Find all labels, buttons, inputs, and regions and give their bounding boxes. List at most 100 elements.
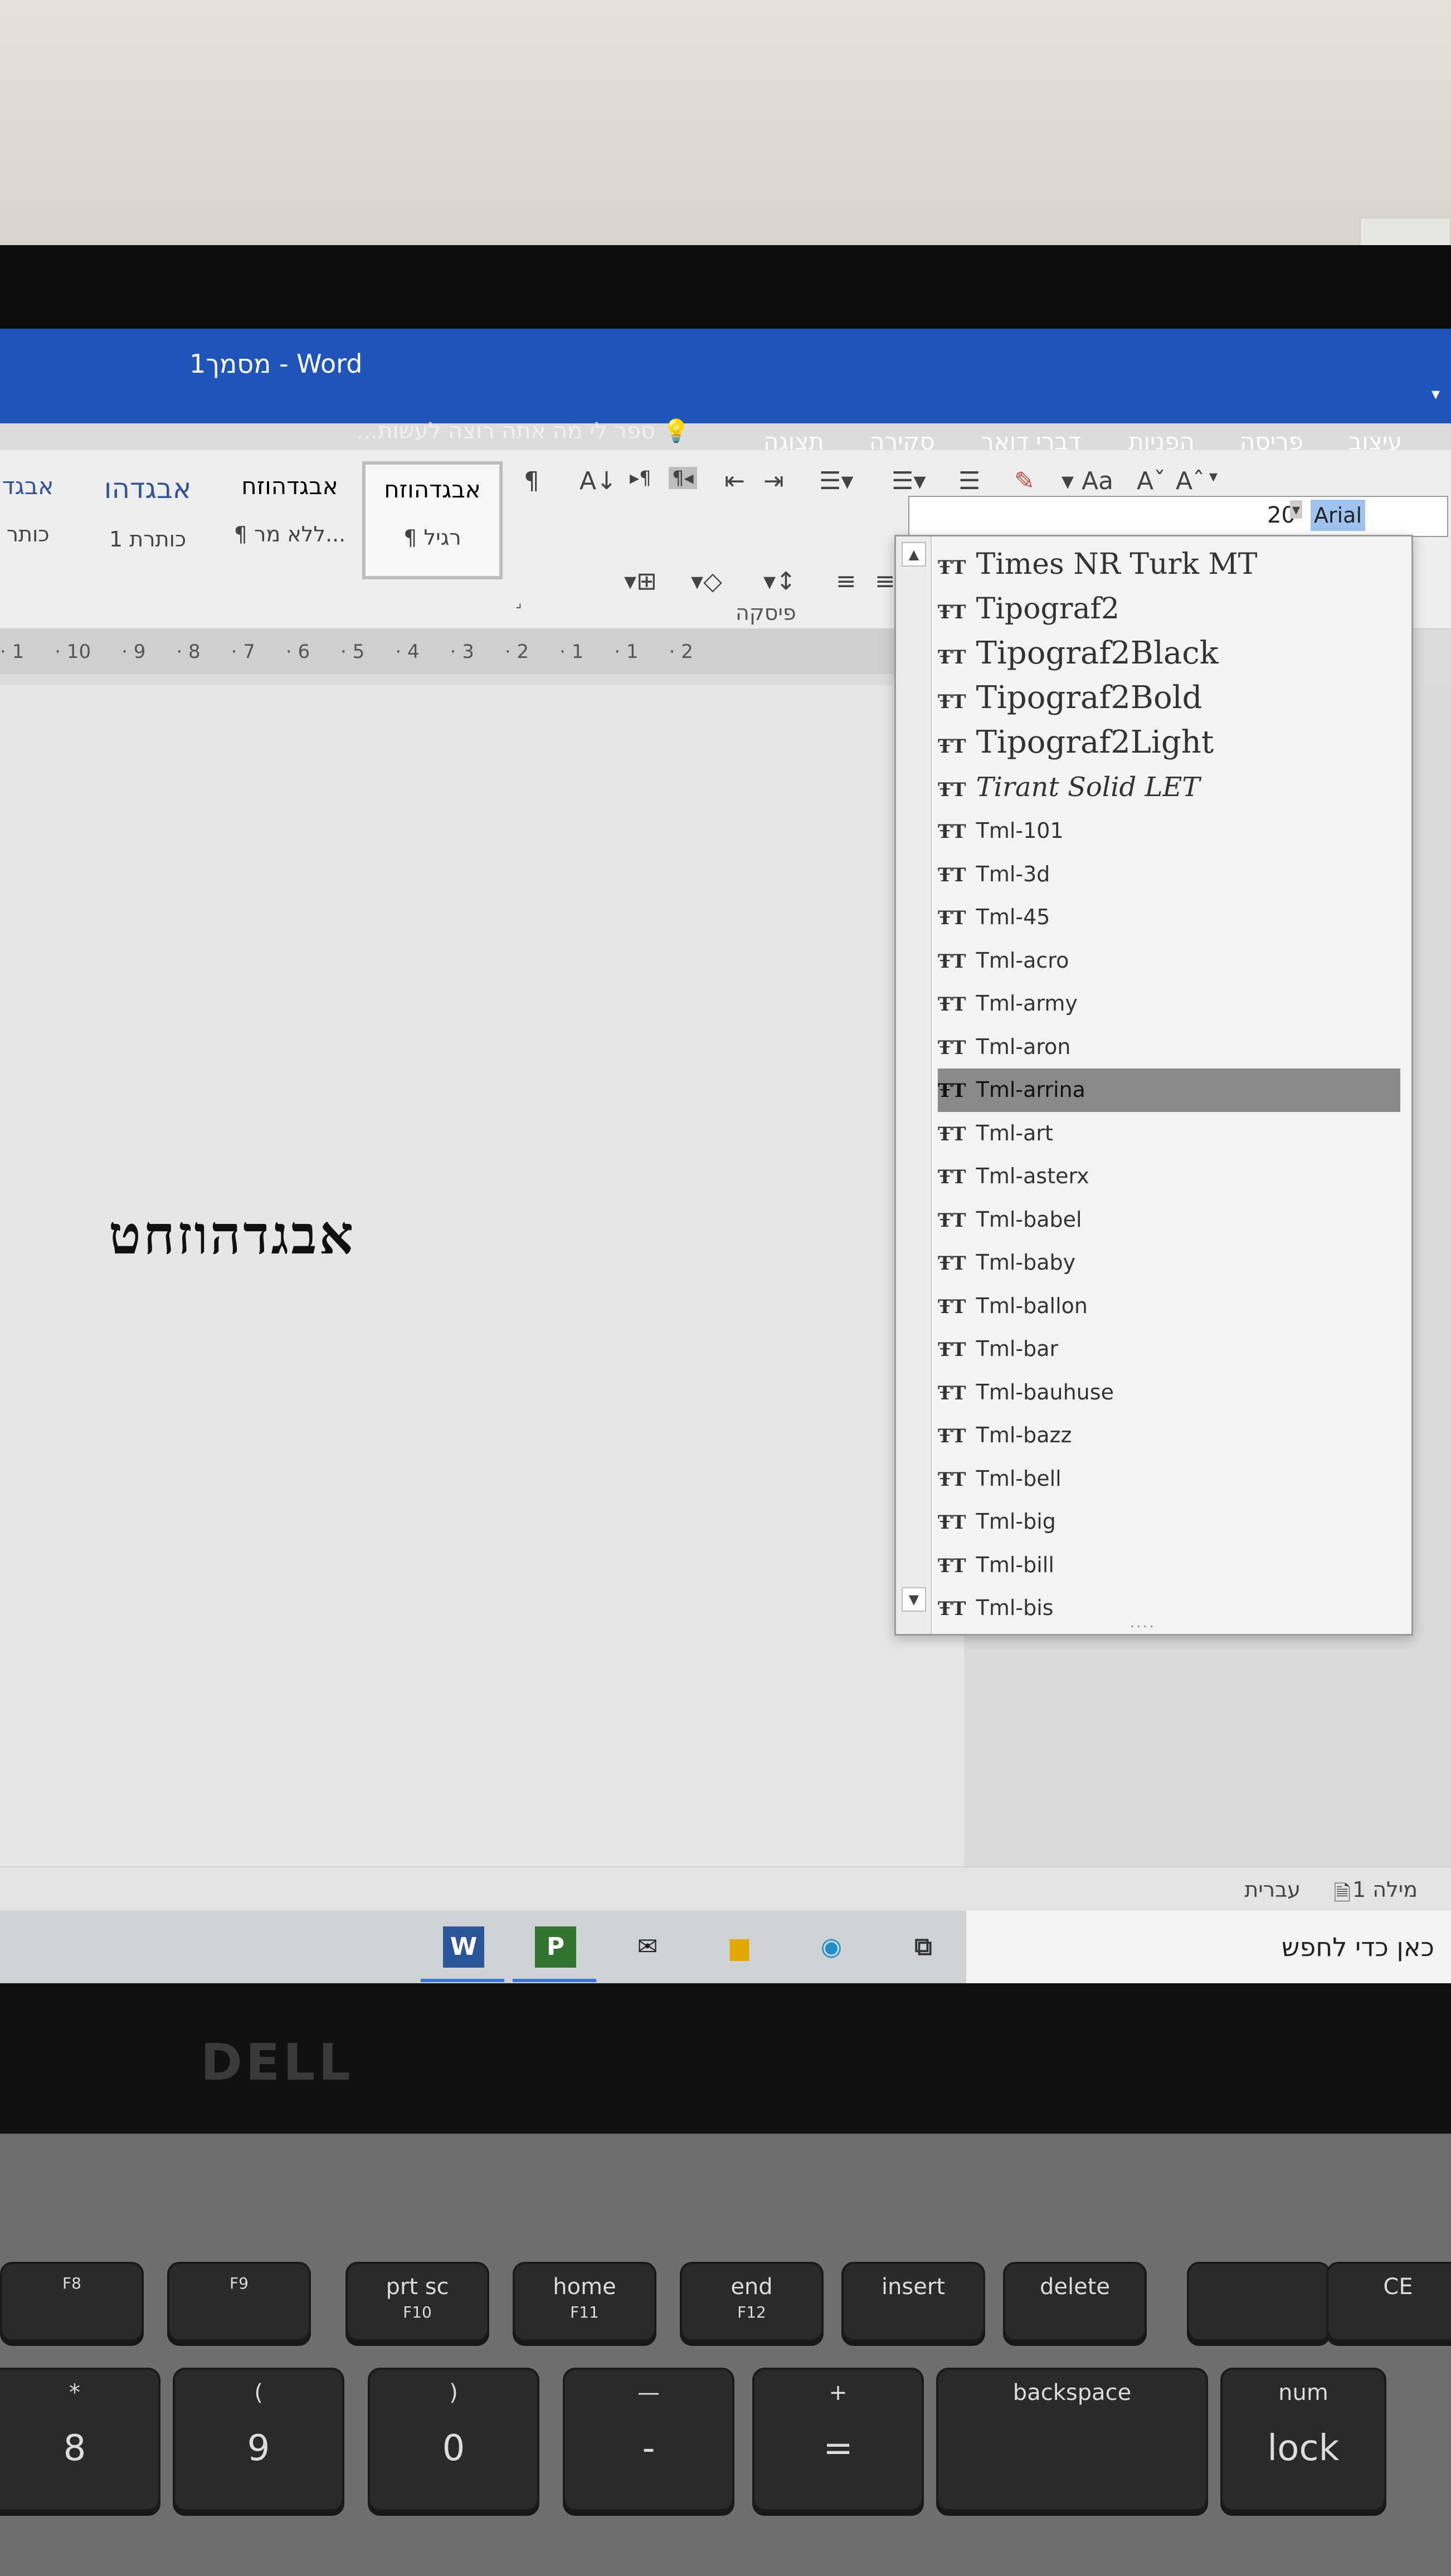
rtl-icon[interactable]: ¶◂ xyxy=(669,467,697,489)
task-view-icon[interactable]: ⧉ xyxy=(903,1926,944,1968)
font-name-value[interactable]: Arial xyxy=(1311,500,1366,531)
font-list-item[interactable]: ŦT Tml-arrina xyxy=(938,1069,1400,1112)
font-list-item[interactable]: ŦT Tml-bauhuse xyxy=(938,1371,1400,1414)
font-list-item[interactable]: ŦT Tml-art xyxy=(938,1112,1400,1155)
change-case-button[interactable]: ▾ Aa xyxy=(1062,467,1113,495)
proofing-icon[interactable]: 🗎 xyxy=(1333,1877,1351,1914)
font-list-item[interactable]: ŦT Tml-army xyxy=(938,982,1400,1026)
font-name: Tml-101 xyxy=(976,818,1064,843)
font-dropdown[interactable]: ▲ ▼ .... ŦT Times NR Turk MT ŦT Tipograf2 ŦT… xyxy=(894,535,1413,1636)
decrease-indent-icon[interactable]: ⇤ xyxy=(724,467,745,495)
show-marks-icon[interactable]: ¶ xyxy=(524,467,539,495)
truetype-icon: ŦT xyxy=(938,907,966,929)
shrink-font-button[interactable]: Aˇ xyxy=(1137,467,1166,495)
document-text[interactable]: אבגדהוזחט xyxy=(109,1203,356,1266)
increase-indent-icon[interactable]: ⇥ xyxy=(763,467,784,495)
key-sublabel: = xyxy=(823,2428,853,2469)
font-list-item[interactable]: ŦT Tml-45 xyxy=(938,896,1400,939)
font-list-item[interactable]: ŦT Tipograf2Black xyxy=(938,631,1400,676)
truetype-icon: ŦT xyxy=(938,1425,966,1447)
ruler-number: · 1 xyxy=(559,641,584,663)
ltr-icon[interactable]: ▸¶ xyxy=(630,467,651,489)
key-label: home xyxy=(553,2274,616,2300)
font-list-item[interactable]: ŦT Tml-3d xyxy=(938,853,1400,896)
font-list-item[interactable]: ŦT Tml-bar xyxy=(938,1328,1400,1371)
font-list-item[interactable]: ŦT Tml-ballon xyxy=(938,1285,1400,1328)
font-dropdown-scrollbar[interactable]: ▲ ▼ xyxy=(896,536,932,1634)
font-list-item[interactable]: ŦT Tipograf2 xyxy=(938,587,1400,631)
edge-icon[interactable]: ◉ xyxy=(811,1926,852,1968)
ribbon-options-icon[interactable]: ▾ xyxy=(1431,384,1440,404)
styles-launcher-icon[interactable]: ⌟ xyxy=(515,595,522,611)
key-label: ( xyxy=(254,2380,263,2406)
truetype-icon: ŦT xyxy=(938,1339,966,1361)
word-active-indicator xyxy=(421,1979,504,1982)
style-no-spacing[interactable]: אבגדהוזח ¶ ללא מר... xyxy=(223,461,357,573)
clear-formatting-icon[interactable]: ✎ xyxy=(1014,467,1035,495)
font-name: Tml-arrina xyxy=(976,1077,1085,1102)
font-list-item[interactable]: ŦT Tml-acro xyxy=(938,939,1400,983)
key-sublabel: F11 xyxy=(570,2303,599,2321)
style-normal-sample: אבגדהוזח xyxy=(384,476,481,503)
folder-icon[interactable]: ▆ xyxy=(719,1926,760,1968)
justify-icon[interactable]: ≡ xyxy=(836,567,856,596)
language-label[interactable]: עברית xyxy=(1244,1877,1301,1902)
truetype-icon: ŦT xyxy=(938,601,966,623)
font-size-dropdown-icon[interactable]: ▾ xyxy=(1209,467,1218,486)
tell-me-box[interactable]: 💡 ספר לי מה אתה רוצה לעשות... xyxy=(357,418,690,444)
font-list-item[interactable]: ŦT Tml-bis xyxy=(938,1587,1400,1630)
style-heading1[interactable]: אבגדהו כותרת 1 xyxy=(78,461,217,573)
font-list-item[interactable]: ŦT Tipograf2Light xyxy=(938,720,1400,765)
grow-font-label: A xyxy=(1176,467,1193,495)
font-name-dropdown-icon[interactable]: ▾ xyxy=(1290,500,1303,519)
font-list-item[interactable]: ŦT Tml-asterx xyxy=(938,1155,1400,1198)
numbering-icon[interactable]: ☰▾ xyxy=(892,467,926,495)
style-title[interactable]: אבגד כותר xyxy=(0,461,61,573)
font-name: Tml-babel xyxy=(976,1207,1082,1232)
document-area[interactable]: אבגדהוזחט xyxy=(0,685,964,1967)
shading-icon[interactable]: ▾◇ xyxy=(691,567,722,596)
project-app-icon[interactable]: P xyxy=(535,1926,576,1968)
ruler-number: · 9 xyxy=(121,641,146,663)
scroll-up-icon[interactable]: ▲ xyxy=(902,542,926,567)
font-list-item[interactable]: ŦT Tipograf2Bold xyxy=(938,676,1400,720)
mail-icon[interactable]: ✉ xyxy=(627,1926,668,1968)
font-list-item[interactable]: ŦT Tml-101 xyxy=(938,809,1400,853)
font-name-box[interactable] xyxy=(908,496,1448,537)
font-list-item[interactable]: ŦT Tml-baby xyxy=(938,1241,1400,1285)
key-sublabel: - xyxy=(642,2428,655,2469)
ruler-number: · 6 xyxy=(285,641,310,663)
borders-icon[interactable]: ▾⊞ xyxy=(624,567,657,596)
grow-font-button[interactable]: Aˆ xyxy=(1176,467,1205,495)
font-list-item[interactable]: ŦT Tml-bazz xyxy=(938,1414,1400,1457)
align-right-icon[interactable]: ≡ xyxy=(875,567,895,596)
sort-icon[interactable]: A↓ xyxy=(580,467,617,495)
truetype-icon: ŦT xyxy=(938,1209,966,1232)
word-app-icon[interactable]: W xyxy=(443,1926,484,1968)
taskbar-search[interactable]: כאן כדי לחפש xyxy=(966,1911,1451,1983)
font-list-item[interactable]: ŦT Tml-aron xyxy=(938,1026,1400,1069)
keyboard-key: delete xyxy=(1003,2262,1147,2341)
brand-logo: DELL xyxy=(201,2033,354,2092)
ruler-number: · 7 xyxy=(231,641,255,663)
word-count[interactable]: מילה 1 xyxy=(1352,1877,1418,1902)
bullets-icon[interactable]: ☰ xyxy=(958,467,980,495)
font-name: Tml-bell xyxy=(976,1466,1062,1491)
tell-me-text: ספר לי מה אתה רוצה לעשות... xyxy=(357,418,656,444)
multilevel-list-icon[interactable]: ☰▾ xyxy=(819,467,854,495)
font-size-box[interactable]: 20 xyxy=(1206,496,1296,535)
font-list-item[interactable]: ŦT Tml-babel xyxy=(938,1198,1400,1242)
line-spacing-icon[interactable]: ▾↕ xyxy=(763,567,796,596)
font-name: Tml-bazz xyxy=(976,1423,1072,1447)
font-list-item[interactable]: ŦT Tirant Solid LET xyxy=(938,765,1400,809)
font-list-item[interactable]: ŦT Tml-bill xyxy=(938,1544,1400,1587)
font-name: Tml-bill xyxy=(976,1552,1054,1577)
font-name: Tml-acro xyxy=(976,948,1069,973)
keyboard-key: prt sc F10 xyxy=(345,2262,489,2341)
font-list-item[interactable]: ŦT Tml-bell xyxy=(938,1457,1400,1501)
font-list-item[interactable]: ŦT Tml-big xyxy=(938,1500,1400,1544)
scroll-down-icon[interactable]: ▼ xyxy=(902,1587,926,1612)
font-list-item[interactable]: ŦT Times NR Turk MT xyxy=(938,542,1400,587)
font-name: Tml-army xyxy=(976,991,1078,1016)
style-normal[interactable]: אבגדהוזח ¶ רגיל xyxy=(362,461,503,579)
